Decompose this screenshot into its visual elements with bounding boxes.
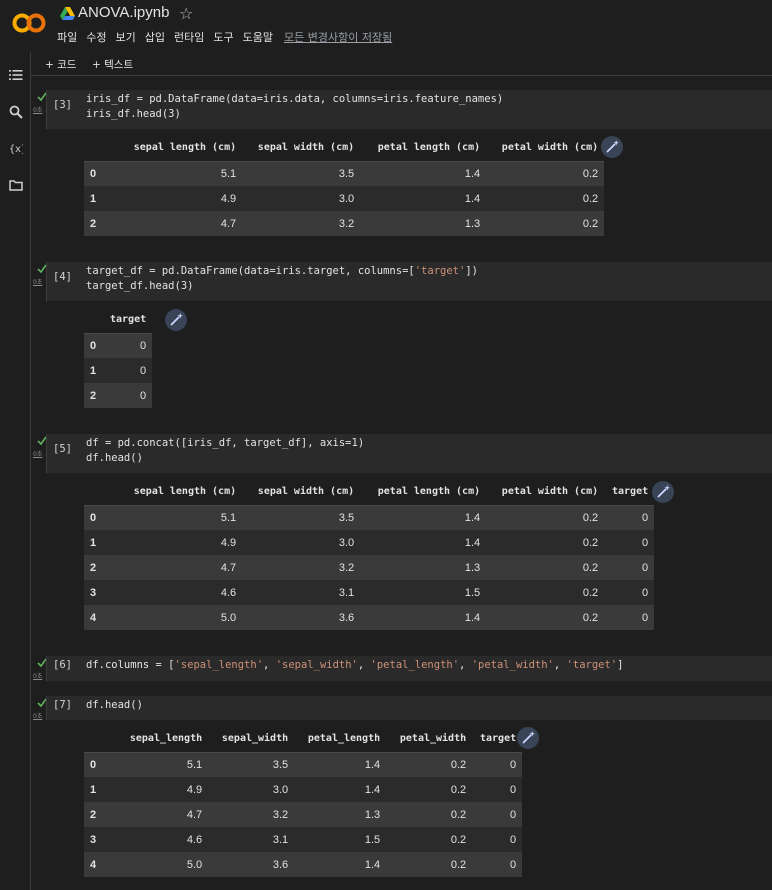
exec-count: [4] (53, 271, 72, 283)
menu-view[interactable]: 보기 (116, 29, 136, 45)
dataframe-output: sepal length (cm) sepal width (cm) petal… (84, 135, 605, 236)
column-header: sepal width (cm) (257, 142, 355, 154)
exec-time: 0초 (33, 451, 43, 458)
table-row: 3 4.6 3.1 1.5 0.2 0 (84, 827, 523, 852)
code-cell: 0초 [3] iris_df = pd.DataFrame(data=iris.… (31, 90, 772, 250)
code-line: df = pd.concat([iris_df, target_df], axi… (86, 437, 365, 449)
exec-time: 0초 (33, 673, 43, 680)
code-cell: 0초 [6] df.columns = ['sepal_length', 'se… (31, 656, 772, 682)
code-cell: 0초 [4] target_df = pd.DataFrame(data=iri… (31, 262, 772, 412)
code-line: target_df = pd.DataFrame(data=iris.targe… (86, 265, 478, 277)
table-row: 0 5.1 3.5 1.4 0.2 (84, 161, 605, 186)
exec-time: 0초 (33, 107, 43, 114)
code-cell: 0초 [5] df = pd.concat([iris_df, target_d… (31, 434, 772, 634)
table-of-contents-icon[interactable] (9, 68, 23, 82)
drive-icon (60, 7, 75, 20)
left-rail: {x} (0, 52, 31, 890)
table-row: 0 5.1 3.5 1.4 0.2 0 (84, 505, 655, 530)
code-editor[interactable]: [6] df.columns = ['sepal_length', 'sepal… (46, 656, 772, 681)
code-editor[interactable]: [3] iris_df = pd.DataFrame(data=iris.dat… (46, 90, 772, 129)
toolbar: + 코드 + 텍스트 (31, 52, 772, 76)
code-editor[interactable]: [7] df.head() (46, 696, 772, 720)
column-header: sepal_length (129, 733, 203, 745)
table-row: 20 (84, 383, 153, 408)
magic-wand-icon (522, 731, 535, 744)
table-row: 2 4.7 3.2 1.3 0.2 0 (84, 802, 523, 827)
code-editor[interactable]: [4] target_df = pd.DataFrame(data=iris.t… (46, 262, 772, 301)
exec-count: [3] (53, 99, 72, 111)
exec-count: [6] (53, 659, 72, 671)
column-header: petal_length (307, 733, 381, 745)
magic-wand-icon (657, 485, 670, 498)
column-header: target (480, 733, 517, 745)
column-header: sepal_width (221, 733, 289, 745)
column-header: petal width (cm) (501, 486, 599, 498)
column-header: sepal length (cm) (133, 486, 237, 498)
code-line: target_df.head(3) (86, 280, 194, 292)
header: ANOVA.ipynb ☆ 파일 수정 보기 삽입 런타임 도구 도움말 모든 … (0, 0, 772, 52)
code-line: iris_df = pd.DataFrame(data=iris.data, c… (86, 93, 504, 105)
folder-icon[interactable] (9, 178, 23, 192)
dataframe-output: target 00 10 20 (84, 307, 153, 408)
code-cell: 0초 [7] df.head() sepal_length sepal_widt… (31, 696, 772, 890)
column-header: petal width (cm) (501, 142, 599, 154)
code-line: iris_df.head(3) (86, 108, 181, 120)
exec-time: 0초 (33, 279, 43, 286)
table-row: 1 4.9 3.0 1.4 0.2 (84, 186, 605, 211)
menu-runtime[interactable]: 런타임 (174, 29, 204, 45)
magic-wand-button[interactable] (517, 727, 539, 749)
variables-icon[interactable]: {x} (9, 141, 23, 155)
table-row: 1 4.9 3.0 1.4 0.2 0 (84, 777, 523, 802)
magic-wand-button[interactable] (601, 136, 623, 158)
table-row: 4 5.0 3.6 1.4 0.2 0 (84, 605, 655, 630)
menu-bar: 파일 수정 보기 삽입 런타임 도구 도움말 모든 변경사항이 저장됨 (57, 29, 392, 45)
star-icon[interactable]: ☆ (179, 4, 193, 23)
code-editor[interactable]: [5] df = pd.concat([iris_df, target_df],… (46, 434, 772, 473)
colab-logo-icon[interactable] (12, 10, 46, 36)
exec-time: 0초 (33, 713, 43, 720)
magic-wand-icon (606, 140, 619, 153)
column-header: petal length (cm) (377, 486, 481, 498)
magic-wand-button[interactable] (165, 309, 187, 331)
exec-count: [7] (53, 699, 72, 711)
add-code-button[interactable]: + 코드 (45, 57, 76, 72)
column-header: target (110, 314, 147, 326)
code-line: df.columns = ['sepal_length', 'sepal_wid… (86, 659, 624, 671)
table-row: 0 5.1 3.5 1.4 0.2 0 (84, 752, 523, 777)
column-header: target (612, 486, 649, 498)
column-header: sepal length (cm) (133, 142, 237, 154)
table-row: 2 4.7 3.2 1.3 0.2 (84, 211, 605, 236)
column-header: petal_width (399, 733, 467, 745)
dataframe-output: sepal length (cm) sepal width (cm) petal… (84, 479, 655, 630)
saved-status[interactable]: 모든 변경사항이 저장됨 (284, 29, 392, 45)
table-row: 1 4.9 3.0 1.4 0.2 0 (84, 530, 655, 555)
dataframe-output: sepal_length sepal_width petal_length pe… (84, 726, 523, 877)
search-icon[interactable] (9, 105, 23, 119)
exec-count: [5] (53, 443, 72, 455)
menu-tools[interactable]: 도구 (213, 29, 233, 45)
menu-file[interactable]: 파일 (57, 29, 77, 45)
column-header: sepal width (cm) (257, 486, 355, 498)
code-line: df.head() (86, 452, 143, 464)
menu-edit[interactable]: 수정 (86, 29, 106, 45)
table-row: 2 4.7 3.2 1.3 0.2 0 (84, 555, 655, 580)
menu-help[interactable]: 도움말 (243, 29, 273, 45)
table-row: 00 (84, 333, 153, 358)
notebook-title[interactable]: ANOVA.ipynb (78, 4, 169, 21)
add-text-button[interactable]: + 텍스트 (92, 57, 133, 72)
magic-wand-icon (170, 313, 183, 326)
table-row: 4 5.0 3.6 1.4 0.2 0 (84, 852, 523, 877)
magic-wand-button[interactable] (652, 481, 674, 503)
menu-insert[interactable]: 삽입 (145, 29, 165, 45)
table-row: 10 (84, 358, 153, 383)
table-row: 3 4.6 3.1 1.5 0.2 0 (84, 580, 655, 605)
code-line: df.head() (86, 699, 143, 711)
svg-text:{x}: {x} (9, 144, 23, 155)
column-header: petal length (cm) (377, 142, 481, 154)
